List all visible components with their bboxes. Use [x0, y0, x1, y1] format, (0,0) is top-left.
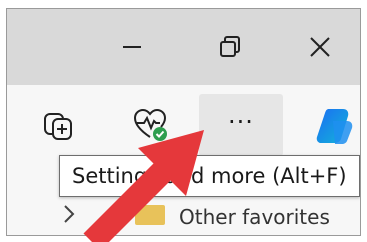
tooltip-text: Settings and more (Alt+F): [72, 164, 347, 188]
chevron-right-icon[interactable]: [61, 203, 77, 225]
more-icon: ···: [228, 108, 254, 136]
copilot-icon: [316, 109, 353, 144]
copilot-button[interactable]: [297, 94, 360, 156]
browser-essentials-icon: [133, 108, 167, 141]
collections-button[interactable]: [21, 94, 97, 156]
favorites-bar: Other favorites: [7, 191, 360, 235]
minimize-icon: [123, 46, 141, 48]
minimize-button[interactable]: [87, 9, 177, 85]
restore-icon: [220, 36, 240, 57]
browser-window: ··· Other favorites Settings and more (A…: [6, 8, 361, 236]
folder-icon: [135, 205, 165, 225]
browser-essentials-button[interactable]: [113, 94, 189, 156]
close-button[interactable]: [275, 9, 360, 85]
settings-and-more-button[interactable]: ···: [199, 94, 283, 156]
tooltip: Settings and more (Alt+F): [59, 155, 360, 197]
favorites-folder-label[interactable]: Other favorites: [179, 205, 330, 229]
close-icon: [310, 37, 330, 57]
title-bar: [7, 9, 360, 85]
restore-button[interactable]: [185, 9, 275, 85]
collections-icon: [44, 113, 72, 140]
